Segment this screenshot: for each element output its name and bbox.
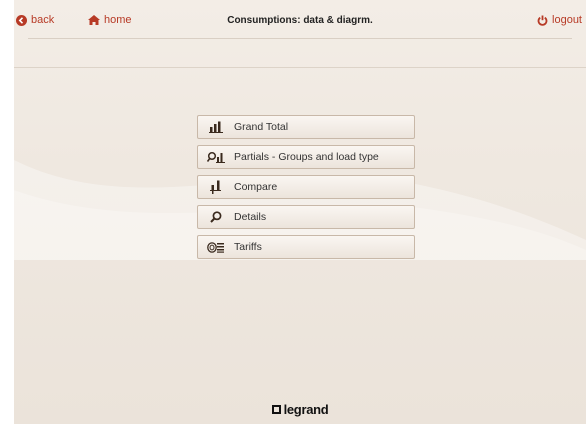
coins-icon xyxy=(198,241,234,253)
secondary-divider xyxy=(14,67,586,68)
main-menu: Grand Total Partials - Groups and load t… xyxy=(197,115,415,259)
power-icon xyxy=(537,15,548,26)
menu-item-label: Grand Total xyxy=(234,121,289,133)
magnifier-icon xyxy=(198,211,234,223)
menu-item-details[interactable]: Details xyxy=(197,205,415,229)
legrand-logo: legrand xyxy=(14,402,586,417)
logout-label: logout xyxy=(552,14,582,26)
menu-item-tariffs[interactable]: Tariffs xyxy=(197,235,415,259)
legrand-logo-text: legrand xyxy=(283,402,329,417)
menu-item-label: Partials - Groups and load type xyxy=(234,151,379,163)
menu-item-label: Compare xyxy=(234,181,278,193)
search-chart-icon xyxy=(198,151,234,163)
menu-item-partials[interactable]: Partials - Groups and load type xyxy=(197,145,415,169)
legrand-logo-mark xyxy=(271,405,281,414)
logout-button[interactable]: logout xyxy=(537,14,582,26)
page-title: Consumptions: data & diagrm. xyxy=(227,15,373,26)
header-divider xyxy=(28,38,572,39)
menu-item-grand-total[interactable]: Grand Total xyxy=(197,115,415,139)
top-bar: back home Consumptions: data & diagrm. l… xyxy=(14,0,586,40)
app-frame: back home Consumptions: data & diagrm. l… xyxy=(14,0,586,424)
menu-item-label: Details xyxy=(234,211,267,223)
compare-bars-icon xyxy=(198,180,234,194)
bar-chart-icon xyxy=(198,121,234,133)
menu-item-label: Tariffs xyxy=(234,241,262,253)
menu-item-compare[interactable]: Compare xyxy=(197,175,415,199)
